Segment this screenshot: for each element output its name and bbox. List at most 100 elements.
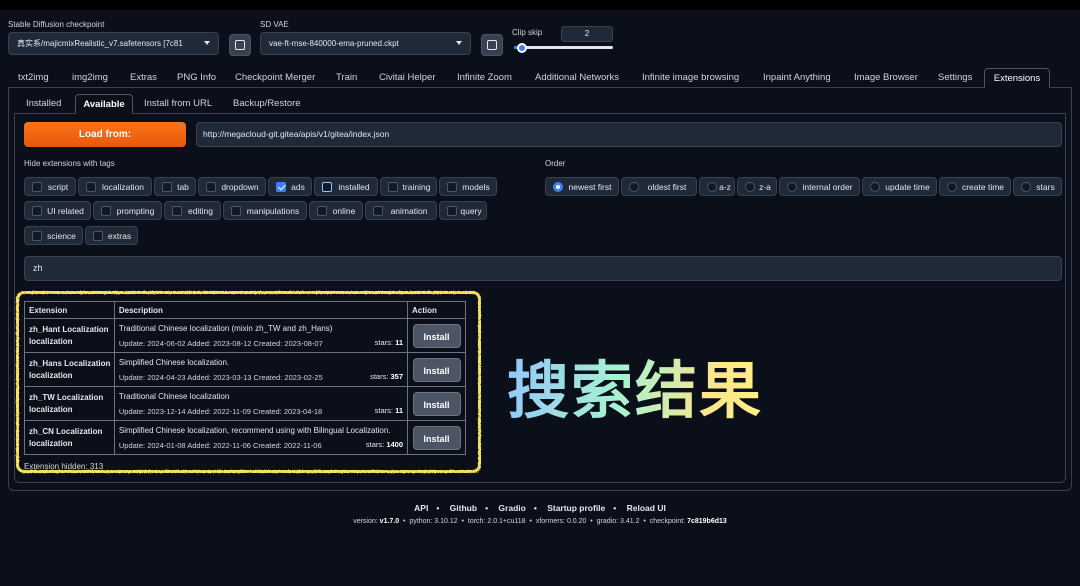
order-create-time[interactable]: create time — [939, 177, 1011, 196]
tab-extensions[interactable]: Extensions — [984, 68, 1050, 88]
tag-chip-localization[interactable]: localization — [78, 177, 152, 196]
tab-checkpoint-merger[interactable]: Checkpoint Merger — [229, 68, 321, 88]
tag-label: UI related — [47, 205, 84, 216]
separator-dot: • — [485, 503, 489, 513]
tag-chip-tab[interactable]: tab — [154, 177, 196, 196]
separator-dot: • — [613, 503, 617, 513]
order-label-text: update time — [885, 181, 930, 192]
tab-train[interactable]: Train — [330, 68, 363, 88]
order-z-a[interactable]: z-a — [737, 177, 777, 196]
order-label-text: newest first — [568, 181, 612, 192]
tag-chip-query[interactable]: query — [439, 201, 487, 220]
index-url-input[interactable]: http://megacloud-git.gitea/apis/v1/gitea… — [196, 122, 1062, 147]
tag-label: manipulations — [246, 205, 300, 216]
checkpoint-value: 真实系/majicmixRealistic_v7.safetensors [7c… — [17, 39, 183, 48]
subtab-installed[interactable]: Installed — [20, 94, 67, 114]
tag-chip-manipulations[interactable]: manipulations — [223, 201, 307, 220]
xformers-key: xformers: — [535, 518, 565, 525]
load-from-button[interactable]: Load from: — [24, 122, 186, 147]
order-oldest-first[interactable]: oldest first — [621, 177, 697, 196]
tab-settings[interactable]: Settings — [932, 68, 978, 88]
separator-dot: • — [436, 503, 440, 513]
tag-label: extras — [107, 230, 132, 241]
tag-label: script — [47, 181, 69, 192]
tag-chip-prompting[interactable]: prompting — [93, 201, 162, 220]
torch-key: torch: — [467, 518, 486, 525]
tab-inpaint-anything[interactable]: Inpaint Anything — [757, 68, 837, 88]
tab-infinite-image-browsing[interactable]: Infinite image browsing — [636, 68, 745, 88]
tag-label: localization — [101, 181, 145, 192]
tag-label: query — [460, 205, 482, 216]
version-value: v1.7.0 — [379, 518, 400, 525]
results-highlight-annotation — [16, 291, 481, 473]
tag-chip-dropdown[interactable]: dropdown — [198, 177, 266, 196]
chevron-down-icon — [204, 41, 210, 45]
refresh-vae-button[interactable] — [481, 34, 503, 56]
slider-thumb[interactable] — [517, 43, 527, 53]
vae-value: vae-ft-mse-840000-ema-pruned.ckpt — [269, 39, 399, 48]
tag-chip-installed[interactable]: installed — [314, 177, 378, 196]
tab-infinite-zoom[interactable]: Infinite Zoom — [451, 68, 518, 88]
tag-chip-script[interactable]: script — [24, 177, 76, 196]
chevron-down-icon — [456, 41, 462, 45]
version-key: version: — [353, 518, 378, 525]
clip-skip-number[interactable]: 2 — [561, 26, 613, 42]
tab-png-info[interactable]: PNG Info — [171, 68, 222, 88]
main-tabs: txt2img img2img Extras PNG Info Checkpoi… — [8, 68, 1072, 88]
order-stars[interactable]: stars — [1013, 177, 1062, 196]
tab-additional-networks[interactable]: Additional Networks — [529, 68, 625, 88]
tag-chip-science[interactable]: science — [24, 226, 83, 245]
order-label-text: a-z — [719, 181, 731, 192]
tag-label: animation — [390, 205, 428, 216]
search-input[interactable]: zh — [24, 256, 1062, 281]
footer-link-api[interactable]: API — [414, 503, 428, 513]
footer-link-startup-profile[interactable]: Startup profile — [547, 503, 605, 513]
xformers-value: 0.0.20 — [566, 518, 587, 525]
tag-label: ads — [291, 181, 305, 192]
checkpoint-value: 7c819b6d13 — [687, 518, 727, 525]
tab-extras[interactable]: Extras — [124, 68, 163, 88]
tag-label: science — [47, 230, 76, 241]
order-update-time[interactable]: update time — [862, 177, 937, 196]
order-a-z[interactable]: a-z — [699, 177, 735, 196]
tag-label: tab — [177, 181, 189, 192]
footer-links: API • Github • Gradio • Startup profile • Re… — [0, 503, 1080, 513]
footer-link-gradio[interactable]: Gradio — [498, 503, 525, 513]
tag-chip-animation[interactable]: animation — [365, 201, 437, 220]
vae-label: SD VAE — [260, 20, 289, 29]
vae-select[interactable]: vae-ft-mse-840000-ema-pruned.ckpt — [260, 32, 471, 55]
footer-link-reload-ui[interactable]: Reload UI — [627, 503, 666, 513]
separator-dot: • — [533, 503, 537, 513]
tab-image-browser[interactable]: Image Browser — [848, 68, 924, 88]
order-label-text: create time — [961, 181, 1005, 192]
tag-label: prompting — [116, 205, 155, 216]
checkpoint-select[interactable]: 真实系/majicmixRealistic_v7.safetensors [7c… — [8, 32, 219, 55]
checkpoint-label: Stable Diffusion checkpoint — [8, 20, 105, 29]
subtab-backup-restore[interactable]: Backup/Restore — [227, 94, 307, 114]
refresh-checkpoint-button[interactable] — [229, 34, 251, 56]
order-internal-order[interactable]: internal order — [779, 177, 860, 196]
python-value: 3.10.12 — [434, 518, 458, 525]
tab-txt2img[interactable]: txt2img — [12, 68, 55, 88]
gradio-value: 3.41.2 — [620, 518, 640, 525]
tag-label: editing — [187, 205, 214, 216]
tab-img2img[interactable]: img2img — [66, 68, 114, 88]
footer-link-github[interactable]: Github — [450, 503, 477, 513]
tag-chip-online[interactable]: online — [309, 201, 363, 220]
torch-value: 2.0.1+cu118 — [487, 518, 526, 525]
subtab-install-from-url[interactable]: Install from URL — [138, 94, 218, 114]
tag-chip-ui-related[interactable]: UI related — [24, 201, 91, 220]
tag-chip-models[interactable]: models — [439, 177, 497, 196]
tag-chip-extras[interactable]: extras — [85, 226, 138, 245]
tag-label: training — [402, 181, 431, 192]
tag-chip-training[interactable]: training — [380, 177, 437, 196]
tag-chip-ads[interactable]: ads — [268, 177, 312, 196]
tab-civitai-helper[interactable]: Civitai Helper — [373, 68, 442, 88]
subtab-available[interactable]: Available — [75, 94, 133, 114]
order-label: Order — [545, 159, 566, 168]
tag-label: online — [332, 205, 356, 216]
order-newest-first[interactable]: newest first — [545, 177, 619, 196]
python-key: python: — [409, 518, 433, 525]
hide-tags-label: Hide extensions with tags — [24, 159, 115, 168]
tag-chip-editing[interactable]: editing — [164, 201, 221, 220]
